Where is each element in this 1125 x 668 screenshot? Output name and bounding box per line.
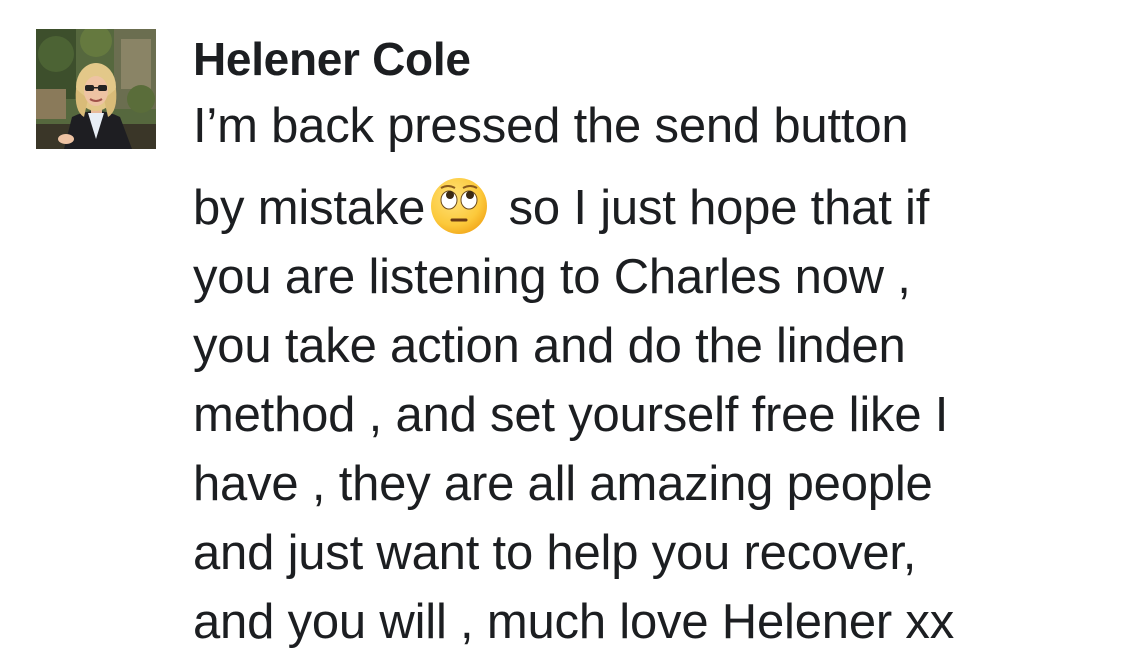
comment-line: I’m back pressed the send button: [193, 99, 909, 153]
comment-line: you take action and do the linden: [193, 319, 906, 373]
comment-line: and you will , much love Helener xx: [193, 595, 955, 649]
comment: Helener Cole I’m back pressed the send b…: [0, 0, 1125, 668]
comment-line: and just want to help you recover,: [193, 526, 917, 580]
comment-line: have , they are all amazing people: [193, 457, 933, 511]
comment-line-with-emoji: by mistake so I just hope that if: [193, 174, 1113, 243]
comment-author-name[interactable]: Helener Cole: [193, 30, 1113, 88]
face-with-rolling-eyes-emoji-icon: [429, 176, 489, 236]
avatar[interactable]: [36, 29, 156, 149]
comment-line-segment: so I just hope that if: [508, 181, 930, 235]
comment-line: you are listening to Charles now ,: [193, 250, 911, 304]
comment-line: method , and set yourself free like I: [193, 388, 949, 442]
comment-body: Helener Cole I’m back pressed the send b…: [193, 30, 1113, 657]
comment-text: I’m back pressed the send button by mist…: [193, 94, 1113, 657]
comment-line-segment: by mistake: [193, 181, 426, 235]
profile-photo-icon: [36, 29, 156, 149]
